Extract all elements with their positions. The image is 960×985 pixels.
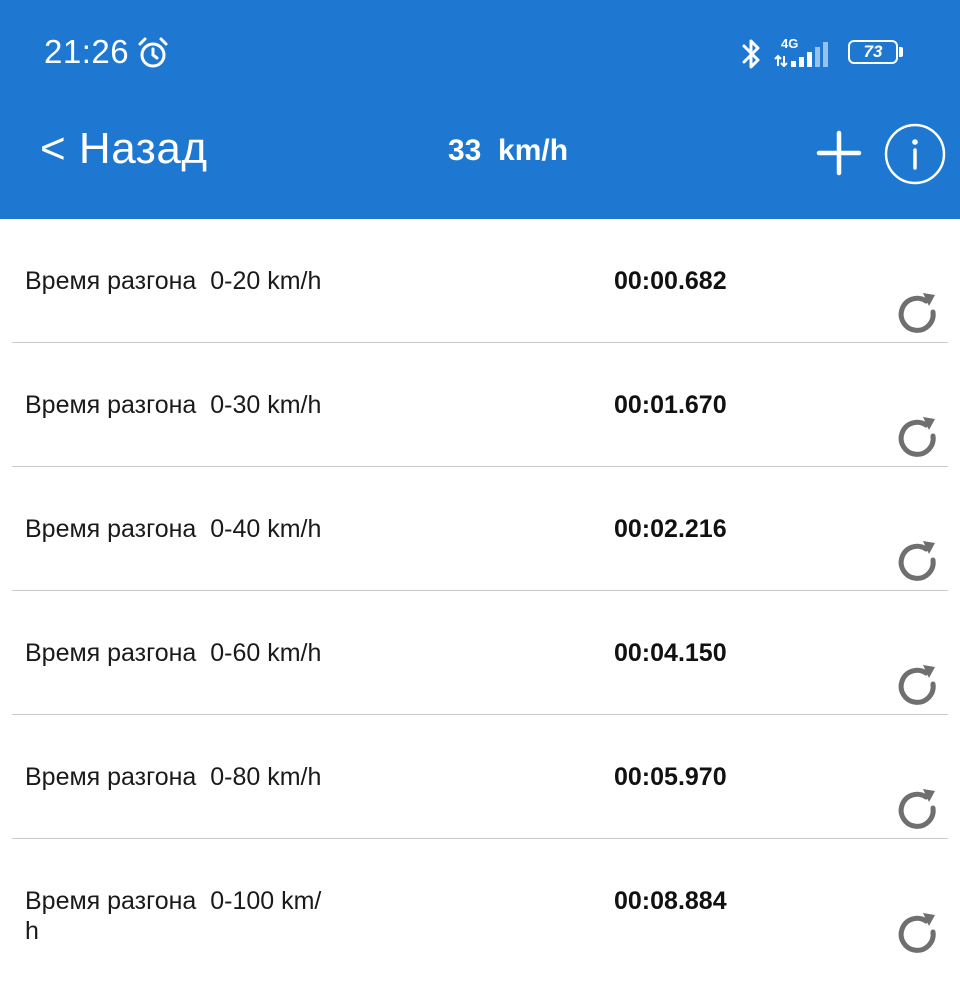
result-time: 00:01.670	[614, 391, 727, 419]
bluetooth-icon	[742, 39, 760, 69]
page-title: 33 km/h	[447, 134, 569, 167]
list-item: Время разгона 0-60 km/h 00:04.150	[0, 591, 960, 715]
back-button[interactable]: < Назад	[40, 124, 208, 174]
list-item: Время разгона 0-80 km/h 00:05.970	[0, 715, 960, 839]
result-label: Время разгона 0-100 km/ h	[25, 887, 322, 945]
refresh-icon[interactable]	[893, 414, 943, 464]
result-label: Время разгона 0-80 km/h	[25, 763, 322, 791]
result-label: Время разгона 0-60 km/h	[25, 639, 322, 667]
refresh-icon[interactable]	[893, 538, 943, 588]
result-label: Время разгона 0-30 km/h	[25, 391, 322, 419]
refresh-icon[interactable]	[893, 290, 943, 340]
list-item: Время разгона 0-40 km/h 00:02.216	[0, 467, 960, 591]
battery-indicator: 73	[848, 40, 904, 64]
status-time: 21:26	[44, 33, 130, 70]
list-item: Время разгона 0-30 km/h 00:01.670	[0, 343, 960, 467]
result-time: 00:02.216	[614, 515, 727, 543]
acceleration-results-list: Время разгона 0-20 km/h 00:00.682 Время …	[0, 219, 960, 963]
refresh-icon[interactable]	[893, 910, 943, 960]
list-item: Время разгона 0-100 km/ h 00:08.884	[0, 839, 960, 963]
result-label: Время разгона 0-40 km/h	[25, 515, 322, 543]
list-item: Время разгона 0-20 km/h 00:00.682	[0, 219, 960, 343]
battery-level: 73	[863, 42, 883, 61]
refresh-icon[interactable]	[893, 662, 943, 712]
app-header: 21:26 4G 73 < Назад 33 km/h	[0, 0, 960, 219]
result-time: 00:05.970	[614, 763, 727, 791]
refresh-icon[interactable]	[893, 786, 943, 836]
result-label: Время разгона 0-20 km/h	[25, 267, 322, 295]
alarm-clock-icon	[138, 37, 168, 68]
plus-icon[interactable]	[816, 130, 862, 176]
info-icon[interactable]	[884, 123, 946, 185]
result-time: 00:00.682	[614, 267, 727, 295]
result-time: 00:04.150	[614, 639, 727, 667]
cellular-signal-icon: 4G	[774, 34, 838, 74]
result-time: 00:08.884	[614, 887, 727, 915]
status-bar: 21:26 4G 73	[0, 0, 960, 100]
